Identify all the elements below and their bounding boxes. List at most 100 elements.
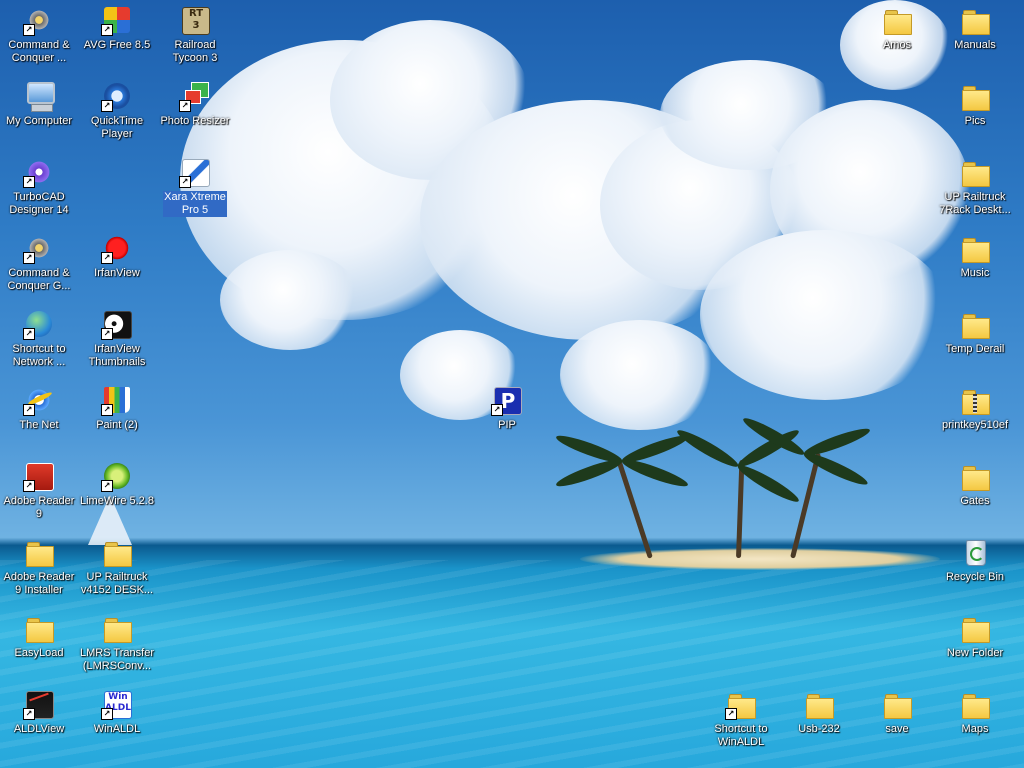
desktop-icon-avg-free[interactable]: ↗ AVG Free 8.5: [78, 4, 156, 52]
icon-label: AVG Free 8.5: [83, 39, 151, 51]
desktop-icon-gates[interactable]: Gates: [936, 460, 1014, 508]
icon-label: Maps: [961, 723, 989, 735]
desktop-icon-temp-derail[interactable]: Temp Derail: [936, 308, 1014, 356]
icon-label: Music: [960, 267, 990, 279]
folder-icon: [959, 688, 991, 720]
panda-icon: ↗: [101, 308, 133, 340]
folder-icon: [101, 536, 133, 568]
desktop-icon-music[interactable]: Music: [936, 232, 1014, 280]
icon-label: UP Railtruck v4152 DESK...: [80, 571, 154, 596]
icon-label: Xara Xtreme Pro 5: [163, 191, 227, 217]
irfanview-icon: ↗: [101, 232, 133, 264]
limewire-icon: ↗: [101, 460, 133, 492]
icon-label: ALDLView: [13, 723, 65, 735]
desktop[interactable]: ↗ Command & Conquer ... ↗ AVG Free 8.5 R…: [0, 0, 1024, 768]
icon-label: Adobe Reader 9 Installer: [3, 571, 75, 596]
desktop-icon-amos[interactable]: Amos: [858, 4, 936, 52]
folder-icon: [959, 308, 991, 340]
icon-label: PIP: [498, 419, 516, 431]
desktop-icon-photo-resizer[interactable]: ↗ Photo Resizer: [156, 80, 234, 128]
icon-label: The Net: [19, 419, 59, 431]
pip-icon: P ↗: [491, 384, 523, 416]
icon-label: Amos: [882, 39, 912, 51]
desktop-icon-aldlview[interactable]: ↗ ALDLView: [0, 688, 78, 736]
network-icon: ↗: [23, 308, 55, 340]
desktop-icon-paint[interactable]: ↗ Paint (2): [78, 384, 156, 432]
folder-icon: [959, 232, 991, 264]
photo-resizer-icon: ↗: [179, 80, 211, 112]
desktop-icon-manuals[interactable]: Manuals: [936, 4, 1014, 52]
icon-label: Usb-232: [798, 723, 840, 735]
desktop-icon-new-folder[interactable]: New Folder: [936, 612, 1014, 660]
icon-label: My Computer: [5, 115, 73, 127]
zip-folder-icon: [959, 384, 991, 416]
aldl-view-icon: ↗: [23, 688, 55, 720]
paint-icon: ↗: [101, 384, 133, 416]
icon-label: Railroad Tycoon 3: [172, 39, 218, 64]
folder-icon: [881, 4, 913, 36]
icon-label: Command & Conquer G...: [7, 267, 71, 292]
desktop-icon-xara-xtreme[interactable]: ↗ Xara Xtreme Pro 5: [156, 156, 234, 217]
desktop-icon-shortcut-to-winaldl[interactable]: ↗ Shortcut to WinALDL: [702, 688, 780, 749]
adobe-reader-icon: ↗: [23, 460, 55, 492]
icon-label: Shortcut to Network ...: [12, 343, 66, 368]
desktop-icon-irfanview[interactable]: ↗ IrfanView: [78, 232, 156, 280]
icon-label: EasyLoad: [14, 647, 64, 659]
folder-icon: [101, 612, 133, 644]
soldier-icon: ↗: [23, 232, 55, 264]
desktop-icon-the-net[interactable]: ↗ The Net: [0, 384, 78, 432]
desktop-icon-maps[interactable]: Maps: [936, 688, 1014, 736]
folder-icon: [959, 80, 991, 112]
icon-label: printkey510ef: [941, 419, 1009, 431]
icon-label: IrfanView Thumbnails: [88, 343, 146, 368]
icon-label: save: [885, 723, 909, 735]
rt3-icon: RT 3: [179, 4, 211, 36]
icon-label: Paint (2): [96, 419, 138, 431]
winaldl-icon: Win ALDL ↗: [101, 688, 133, 720]
icon-label: TurboCAD Designer 14: [9, 191, 69, 216]
desktop-icon-easyload[interactable]: EasyLoad: [0, 612, 78, 660]
desktop-icon-recycle-bin[interactable]: Recycle Bin: [936, 536, 1014, 584]
icon-label: UP Railtruck 7Rack Deskt...: [939, 191, 1011, 216]
folder-icon: [803, 688, 835, 720]
desktop-icon-turbocad[interactable]: ↗ TurboCAD Designer 14: [0, 156, 78, 217]
icon-label: Recycle Bin: [945, 571, 1005, 583]
internet-explorer-icon: ↗: [23, 384, 55, 416]
avg-icon: ↗: [101, 4, 133, 36]
desktop-icon-up-railtruck-7rack[interactable]: UP Railtruck 7Rack Deskt...: [936, 156, 1014, 217]
desktop-icon-winaldl[interactable]: Win ALDL ↗ WinALDL: [78, 688, 156, 736]
folder-icon: [23, 612, 55, 644]
desktop-icon-quicktime[interactable]: ↗ QuickTime Player: [78, 80, 156, 141]
computer-icon: [23, 80, 55, 112]
icon-label: WinALDL: [93, 723, 141, 735]
icon-label: IrfanView: [94, 267, 140, 279]
desktop-icon-my-computer[interactable]: My Computer: [0, 80, 78, 128]
folder-icon: [959, 4, 991, 36]
folder-icon: ↗: [725, 688, 757, 720]
desktop-icon-adobe-reader-installer[interactable]: Adobe Reader 9 Installer: [0, 536, 78, 597]
desktop-icon-adobe-reader[interactable]: ↗ Adobe Reader 9: [0, 460, 78, 521]
desktop-icon-command-conquer-generals[interactable]: ↗ Command & Conquer G...: [0, 232, 78, 293]
desktop-icon-pics[interactable]: Pics: [936, 80, 1014, 128]
quicktime-icon: ↗: [101, 80, 133, 112]
desktop-icon-limewire[interactable]: ↗ LimeWire 5.2.8: [78, 460, 156, 508]
desktop-icon-lmrs-transfer[interactable]: LMRS Transfer (LMRSConv...: [78, 612, 156, 673]
desktop-icon-railroad-tycoon[interactable]: RT 3 Railroad Tycoon 3: [156, 4, 234, 65]
desktop-icon-usb-232[interactable]: Usb-232: [780, 688, 858, 736]
soldier-icon: ↗: [23, 4, 55, 36]
desktop-icon-up-railtruck-v4152[interactable]: UP Railtruck v4152 DESK...: [78, 536, 156, 597]
desktop-icon-printkey[interactable]: printkey510ef: [936, 384, 1014, 432]
desktop-icon-irfanview-thumbnails[interactable]: ↗ IrfanView Thumbnails: [78, 308, 156, 369]
icon-label: Gates: [960, 495, 990, 507]
folder-icon: [959, 156, 991, 188]
desktop-icon-command-conquer[interactable]: ↗ Command & Conquer ...: [0, 4, 78, 65]
gear-icon: ↗: [23, 156, 55, 188]
folder-icon: [881, 688, 913, 720]
desktop-icon-save[interactable]: save: [858, 688, 936, 736]
icon-label: Photo Resizer: [160, 115, 230, 127]
icon-label: Adobe Reader 9: [3, 495, 75, 520]
desktop-icon-network-shortcut[interactable]: ↗ Shortcut to Network ...: [0, 308, 78, 369]
icon-label: QuickTime Player: [90, 115, 144, 140]
icon-label: LimeWire 5.2.8: [80, 495, 154, 507]
desktop-icon-pip[interactable]: P ↗ PIP: [468, 384, 546, 432]
